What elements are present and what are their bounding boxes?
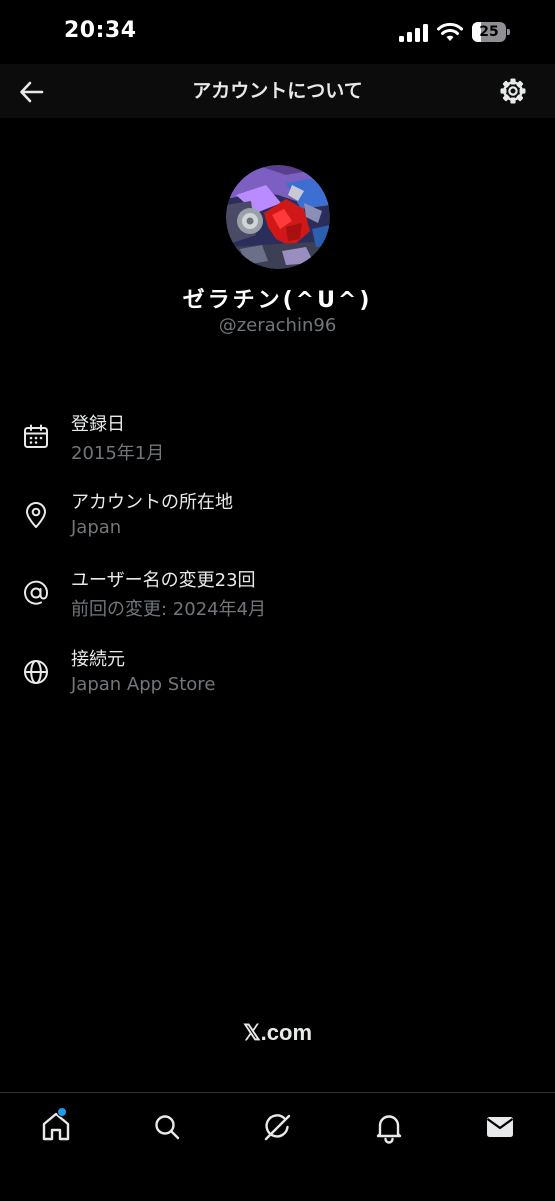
tab-home[interactable] xyxy=(36,1107,76,1147)
tab-messages[interactable] xyxy=(480,1107,520,1147)
tab-grok[interactable] xyxy=(258,1107,298,1147)
globe-icon xyxy=(21,657,51,687)
bell-icon xyxy=(376,1115,402,1144)
status-bar: 20:34 25 xyxy=(0,0,555,64)
username-handle: @zerachin96 xyxy=(218,315,337,336)
info-value: Japan App Store xyxy=(71,674,216,695)
info-label: 接続元 xyxy=(71,649,125,670)
bottom-tab-bar xyxy=(0,1092,555,1201)
location-pin-icon xyxy=(21,500,51,530)
info-label: アカウントの所在地 xyxy=(71,492,233,513)
home-icon xyxy=(42,1112,70,1141)
display-name: ゼラチン(^U^) xyxy=(182,288,373,313)
search-icon xyxy=(155,1115,180,1140)
tab-notifications[interactable] xyxy=(369,1107,409,1147)
avatar[interactable] xyxy=(226,165,330,269)
top-nav-bar: アカウントについて xyxy=(0,64,555,118)
status-time: 20:34 xyxy=(64,18,137,43)
info-value: Japan xyxy=(71,517,122,538)
notification-dot xyxy=(57,1107,67,1117)
info-value: 前回の変更: 2024年4月 xyxy=(71,599,267,620)
tab-search[interactable] xyxy=(147,1107,187,1147)
info-value: 2015年1月 xyxy=(71,443,165,464)
info-label: ユーザー名の変更23回 xyxy=(71,570,256,591)
info-row-joined: 登録日 2015年1月 xyxy=(0,410,555,472)
grok-icon xyxy=(264,1114,291,1141)
gear-icon xyxy=(500,78,526,104)
battery-level: 25 xyxy=(479,24,499,40)
at-sign-icon xyxy=(21,578,51,608)
info-row-connected-via: 接続元 Japan App Store xyxy=(0,645,555,707)
info-row-location: アカウントの所在地 Japan xyxy=(0,488,555,550)
calendar-icon xyxy=(21,422,51,452)
battery-icon: 25 xyxy=(472,22,510,42)
info-row-username-changes: ユーザー名の変更23回 前回の変更: 2024年4月 xyxy=(0,566,555,628)
page-title: アカウントについて xyxy=(192,80,363,102)
info-label: 登録日 xyxy=(71,414,125,435)
battery-tip xyxy=(507,29,510,35)
cellular-signal-icon xyxy=(399,24,429,42)
wifi-icon xyxy=(437,22,463,42)
settings-button[interactable] xyxy=(493,71,533,111)
x-com-link[interactable]: 𝕏.com xyxy=(0,1020,555,1046)
mail-icon xyxy=(486,1117,514,1137)
